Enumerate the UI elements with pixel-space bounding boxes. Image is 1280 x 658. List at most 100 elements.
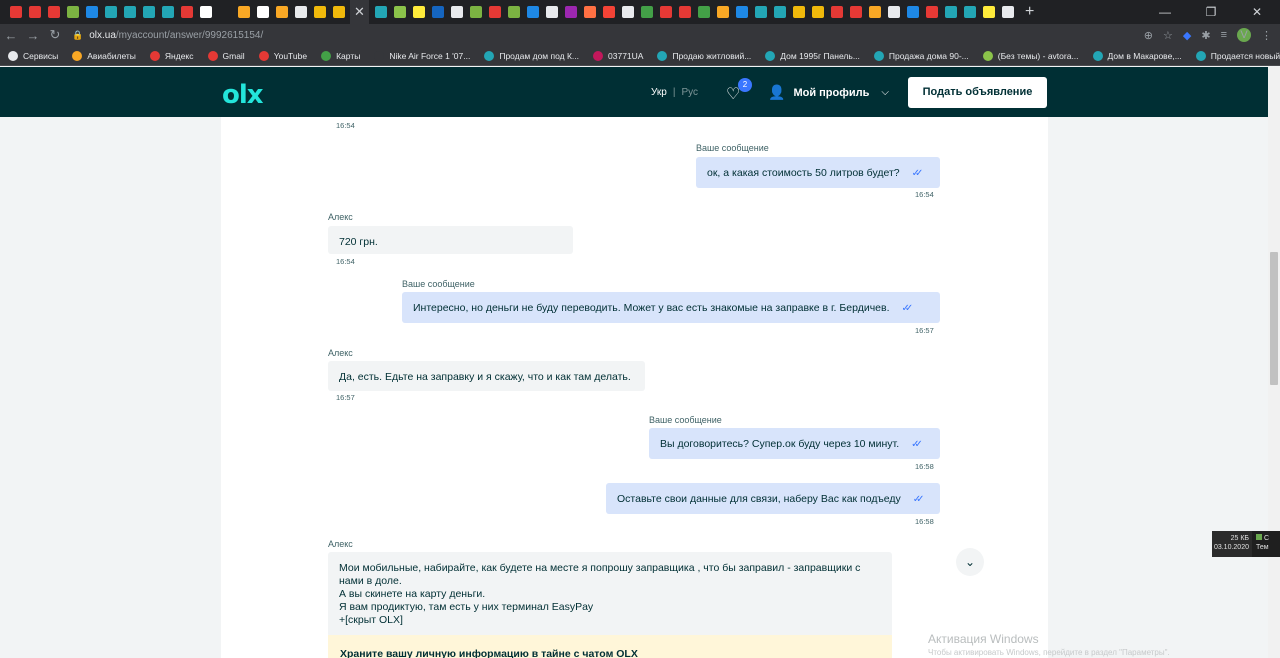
page-scrollbar[interactable] xyxy=(1268,67,1280,658)
lock-icon[interactable]: 🔒 xyxy=(72,30,83,41)
tab-favicon-icon[interactable] xyxy=(849,6,862,18)
post-ad-button[interactable]: Подать объявление xyxy=(908,77,1047,108)
bookmark-item[interactable]: Продается новый... xyxy=(1195,50,1280,61)
tab-favicon-icon[interactable] xyxy=(374,6,387,18)
tab-favicon-icon[interactable] xyxy=(256,6,269,18)
tab-favicon-icon[interactable] xyxy=(545,6,558,18)
tab-favicon-icon[interactable] xyxy=(906,6,919,18)
bookmark-item[interactable]: Продам дом под К... xyxy=(484,50,579,61)
bookmark-item[interactable]: Дом в Макарове,... xyxy=(1092,50,1182,61)
scrollbar-thumb[interactable] xyxy=(1270,252,1278,385)
tab-favicon-icon[interactable] xyxy=(450,6,463,18)
forward-icon[interactable]: → xyxy=(22,28,44,43)
tab-favicon-icon[interactable] xyxy=(1001,6,1014,18)
tab-favicon-icon[interactable] xyxy=(583,6,596,18)
tab-favicon-icon[interactable] xyxy=(944,6,957,18)
message-author: Ваше сообщение xyxy=(696,143,769,153)
tab-favicon-icon[interactable] xyxy=(313,6,326,18)
tab-favicon-icon[interactable] xyxy=(792,6,805,18)
tab-favicon-icon[interactable] xyxy=(9,6,22,18)
puzzle-icon[interactable]: ✱ xyxy=(1201,29,1210,42)
tab-favicon-icon[interactable] xyxy=(431,6,444,18)
tab-favicon-icon[interactable] xyxy=(161,6,174,18)
tab-favicon-icon[interactable] xyxy=(104,6,117,18)
tab-favicon-icon[interactable] xyxy=(294,6,307,18)
tab-favicon-icon[interactable] xyxy=(275,6,288,18)
tab-favicon-icon[interactable] xyxy=(526,6,539,18)
tab-favicon-icon[interactable] xyxy=(830,6,843,18)
tab-favicon-icon[interactable] xyxy=(237,6,250,18)
tab-favicon-icon[interactable] xyxy=(982,6,995,18)
tab-favicon-icon[interactable] xyxy=(123,6,136,18)
tab-favicon-icon[interactable] xyxy=(716,6,729,18)
bookmark-item[interactable]: 03771UA xyxy=(593,50,643,61)
olx-logo[interactable]: olx xyxy=(222,80,264,110)
reload-icon[interactable]: ↻ xyxy=(44,27,66,43)
lang-ua[interactable]: Укр xyxy=(651,87,667,98)
new-tab-icon[interactable]: + xyxy=(1025,3,1034,21)
message-bubble-incoming: Мои мобильные, набирайте, как будете на … xyxy=(328,552,892,637)
tab-close-icon[interactable]: ✕ xyxy=(350,0,369,24)
tab-favicon-icon[interactable] xyxy=(28,6,41,18)
tab-favicon-icon[interactable] xyxy=(218,6,231,18)
bookmark-item[interactable]: Продажа дома 90-... xyxy=(873,50,969,61)
restore-icon[interactable]: ❐ xyxy=(1188,0,1234,24)
media-icon[interactable]: ≡ xyxy=(1221,29,1227,41)
tab-favicon-icon[interactable] xyxy=(868,6,881,18)
bookmark-star-icon[interactable]: ☆ xyxy=(1163,29,1173,42)
tab-favicon-icon[interactable] xyxy=(66,6,79,18)
bookmark-item[interactable]: Авиабилеты xyxy=(72,50,136,61)
tab-favicon-icon[interactable] xyxy=(754,6,767,18)
browser-profile-avatar[interactable]: V xyxy=(1237,28,1251,42)
tab-favicon-icon[interactable] xyxy=(678,6,691,18)
bookmark-label: Карты xyxy=(336,50,361,61)
tab-favicon-icon[interactable] xyxy=(47,6,60,18)
taskbar-item[interactable]: С Тем xyxy=(1252,531,1280,557)
tab-favicon-icon[interactable] xyxy=(85,6,98,18)
tab-favicon-icon[interactable] xyxy=(735,6,748,18)
tab-favicon-icon[interactable] xyxy=(659,6,672,18)
tab-favicon-icon[interactable] xyxy=(199,6,212,18)
bookmark-item[interactable]: Nike Air Force 1 '07... xyxy=(374,50,470,61)
tab-favicon-icon[interactable] xyxy=(640,6,653,18)
bookmark-item[interactable]: Сервисы xyxy=(8,50,58,61)
scroll-down-icon[interactable]: ⌄ xyxy=(956,548,984,576)
zoom-icon[interactable]: ⊕ xyxy=(1144,29,1153,42)
tab-favicon-icon[interactable] xyxy=(887,6,900,18)
bookmark-item[interactable]: Gmail xyxy=(207,50,245,61)
tab-favicon-icon[interactable] xyxy=(393,6,406,18)
tab-favicon-icon[interactable] xyxy=(412,6,425,18)
message-text: Оставьте свои данные для связи, наберу В… xyxy=(617,493,901,505)
tab-favicon-icon[interactable] xyxy=(332,6,345,18)
tab-favicon-icon[interactable] xyxy=(963,6,976,18)
tab-favicon-icon[interactable] xyxy=(180,6,193,18)
tab-favicon-icon[interactable] xyxy=(697,6,710,18)
menu-dots-icon[interactable]: ⋮ xyxy=(1261,29,1272,42)
favorites-badge: 2 xyxy=(738,78,752,92)
profile-menu[interactable]: 👤 Мой профиль ⌵ xyxy=(768,84,889,101)
tab-favicon-icon[interactable] xyxy=(469,6,482,18)
bookmark-item[interactable]: Яндекс xyxy=(149,50,194,61)
bookmark-item[interactable]: Продаю житловий... xyxy=(657,50,751,61)
minimize-icon[interactable]: — xyxy=(1142,0,1188,24)
bookmark-item[interactable]: Карты xyxy=(321,50,361,61)
bookmark-favicon-icon xyxy=(149,50,160,61)
close-window-icon[interactable]: ✕ xyxy=(1234,0,1280,24)
tab-favicon-icon[interactable] xyxy=(773,6,786,18)
tab-favicon-icon[interactable] xyxy=(811,6,824,18)
tab-favicon-icon[interactable] xyxy=(142,6,155,18)
tab-favicon-icon[interactable] xyxy=(507,6,520,18)
tab-favicon-icon[interactable] xyxy=(602,6,615,18)
url-field[interactable]: olx.ua/myaccount/answer/9992615154/ xyxy=(89,30,263,41)
message-text: Вы договоритесь? Супер.ок буду через 10 … xyxy=(660,438,900,450)
bookmark-item[interactable]: Дом 1995г Панель... xyxy=(765,50,860,61)
bookmark-item[interactable]: YouTube xyxy=(258,50,307,61)
lang-ru[interactable]: Рус xyxy=(681,87,698,98)
back-icon[interactable]: ← xyxy=(0,28,22,43)
tab-favicon-icon[interactable] xyxy=(564,6,577,18)
tab-favicon-icon[interactable] xyxy=(925,6,938,18)
tab-favicon-icon[interactable] xyxy=(621,6,634,18)
tab-favicon-icon[interactable] xyxy=(488,6,501,18)
extension-icon[interactable]: ◆ xyxy=(1183,29,1191,42)
bookmark-item[interactable]: (Без темы) - avtora... xyxy=(982,50,1079,61)
